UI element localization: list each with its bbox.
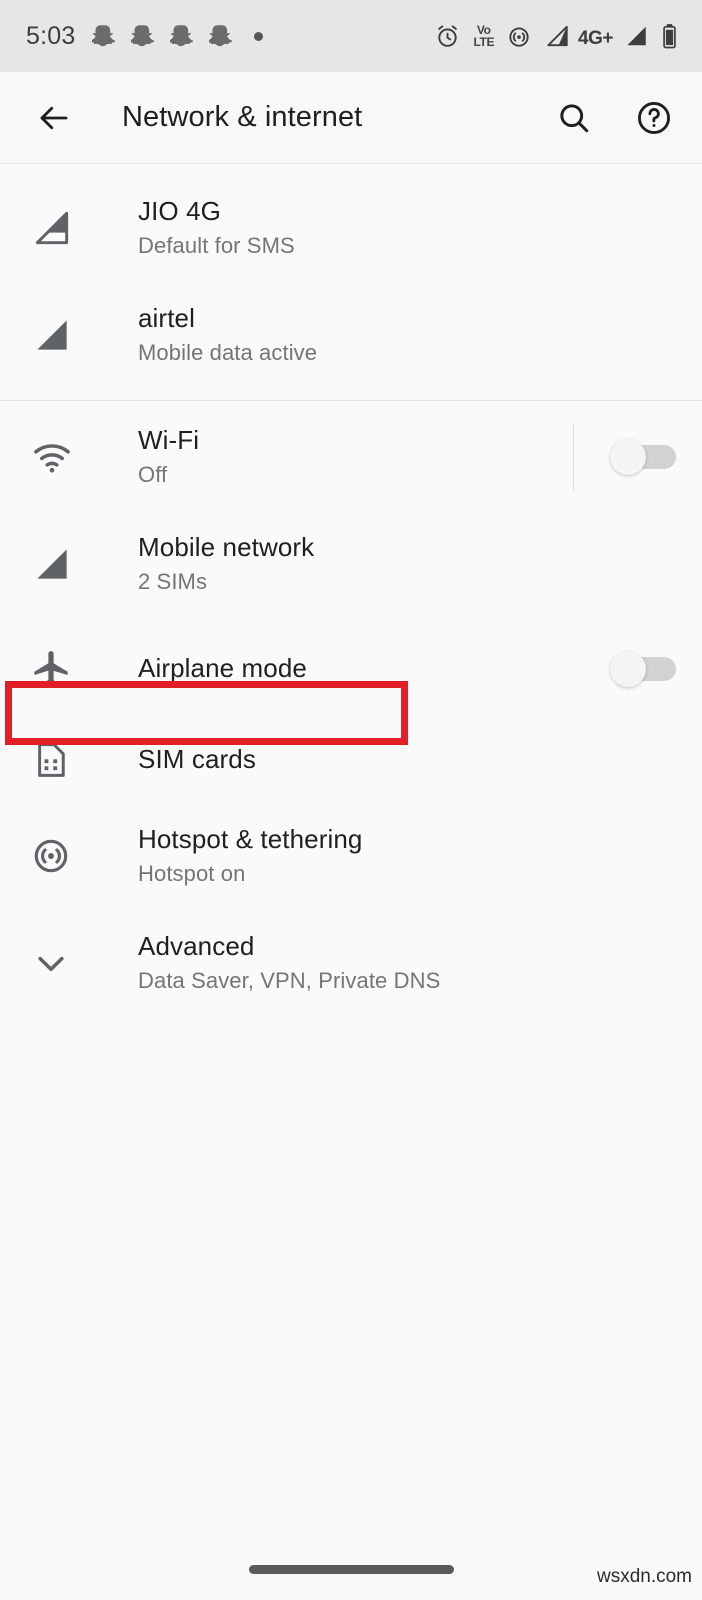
app-bar-actions — [548, 92, 680, 144]
list-item-subtitle: Default for SMS — [138, 232, 295, 258]
list-item-text: Hotspot & tethering Hotspot on — [96, 823, 676, 889]
sim-card-icon — [26, 739, 96, 781]
help-button[interactable] — [628, 92, 680, 144]
toggle-knob — [610, 438, 646, 475]
more-notifications-dot-icon — [254, 31, 264, 41]
list-item-advanced[interactable]: Advanced Data Saver, VPN, Private DNS — [0, 917, 702, 1008]
list-item-text: Wi-Fi Off — [96, 424, 547, 490]
list-item-text: Mobile network 2 SIMs — [96, 531, 676, 597]
volte-icon: Vo LTE — [473, 23, 495, 49]
list-item-title: JIO 4G — [138, 195, 221, 226]
row-spacer — [0, 901, 702, 917]
list-item-title: Hotspot & tethering — [138, 823, 363, 854]
list-item-text: JIO 4G Default for SMS — [96, 195, 676, 261]
list-item-wifi[interactable]: Wi-Fi Off — [0, 411, 702, 502]
list-item-airplane-mode[interactable]: Airplane mode — [0, 623, 702, 714]
list-item-subtitle: Mobile data active — [138, 339, 318, 365]
row-spacer — [0, 273, 702, 289]
signal-sim2-icon — [627, 26, 646, 46]
hotspot-icon — [509, 27, 529, 47]
list-item-subtitle: 2 SIMs — [138, 568, 208, 594]
page-title: Network & internet — [122, 101, 363, 133]
status-bar: 5:03 Vo LTE 4G+ — [0, 0, 702, 72]
snapchat-ghost-icon — [131, 24, 155, 46]
toggle-separator — [573, 422, 574, 491]
signal-sim1-icon — [547, 25, 568, 47]
row-spacer — [0, 714, 702, 728]
status-bar-left: 5:03 — [26, 21, 264, 51]
row-spacer — [0, 792, 702, 810]
list-item-text: airtel Mobile data active — [96, 302, 676, 368]
list-item-text: Airplane mode — [96, 652, 584, 685]
settings-list: JIO 4G Default for SMS airtel Mobile dat… — [0, 164, 702, 1008]
watermark: wsxdn.com — [596, 1566, 692, 1587]
snapchat-ghost-icon — [209, 24, 233, 46]
signal-filled-icon — [26, 313, 96, 357]
battery-icon — [663, 23, 676, 48]
list-item-sim-cards[interactable]: SIM cards — [0, 728, 702, 792]
signal-outline-icon — [26, 206, 96, 250]
phone-screen: 5:03 Vo LTE 4G+ Network & internet JIO 4… — [0, 0, 702, 1600]
row-spacer — [0, 380, 702, 400]
list-item-subtitle: Data Saver, VPN, Private DNS — [138, 967, 441, 993]
row-spacer — [0, 609, 702, 623]
list-item-text: Advanced Data Saver, VPN, Private DNS — [96, 930, 676, 996]
navigation-bar — [0, 1530, 702, 1600]
back-button[interactable] — [26, 90, 82, 146]
search-icon — [560, 103, 589, 132]
list-item-subtitle: Off — [138, 461, 168, 487]
row-spacer — [0, 401, 702, 411]
alarm-clock-icon — [438, 24, 458, 47]
status-bar-right: Vo LTE 4G+ — [434, 22, 678, 50]
chevron-down-icon — [26, 942, 96, 984]
list-item-title: Wi-Fi — [138, 424, 200, 455]
list-top-spacer — [0, 164, 702, 182]
airplane-toggle-container — [584, 623, 676, 714]
snapchat-ghost-icon — [170, 24, 194, 46]
airplane-mode-toggle[interactable] — [610, 650, 676, 687]
help-icon — [638, 101, 670, 134]
list-item-jio-4g[interactable]: JIO 4G Default for SMS — [0, 182, 702, 273]
home-gesture-pill[interactable] — [248, 1564, 454, 1574]
list-item-title: SIM cards — [138, 744, 256, 775]
toggle-knob — [610, 650, 646, 687]
airplane-icon — [26, 648, 96, 690]
list-item-text: SIM cards — [96, 743, 676, 776]
signal-filled-icon — [26, 542, 96, 586]
list-item-mobile-network[interactable]: Mobile network 2 SIMs — [0, 518, 702, 609]
hotspot-icon — [26, 835, 96, 877]
status-bar-clock: 5:03 — [26, 21, 76, 50]
snapchat-ghost-icon — [92, 24, 116, 46]
app-bar: Network & internet — [0, 72, 702, 164]
row-spacer — [0, 502, 702, 518]
wifi-icon — [26, 435, 96, 479]
wifi-toggle-container — [547, 411, 676, 502]
list-item-title: Airplane mode — [138, 652, 307, 683]
list-item-title: airtel — [138, 302, 195, 333]
list-item-hotspot-tethering[interactable]: Hotspot & tethering Hotspot on — [0, 810, 702, 901]
wifi-toggle[interactable] — [610, 438, 676, 475]
network-type-label: 4G+ — [578, 28, 613, 49]
search-button[interactable] — [548, 92, 600, 144]
list-item-airtel[interactable]: airtel Mobile data active — [0, 289, 702, 380]
back-arrow-icon — [40, 106, 68, 129]
list-item-title: Mobile network — [138, 531, 315, 562]
list-item-title: Advanced — [138, 930, 255, 961]
list-item-subtitle: Hotspot on — [138, 860, 246, 886]
